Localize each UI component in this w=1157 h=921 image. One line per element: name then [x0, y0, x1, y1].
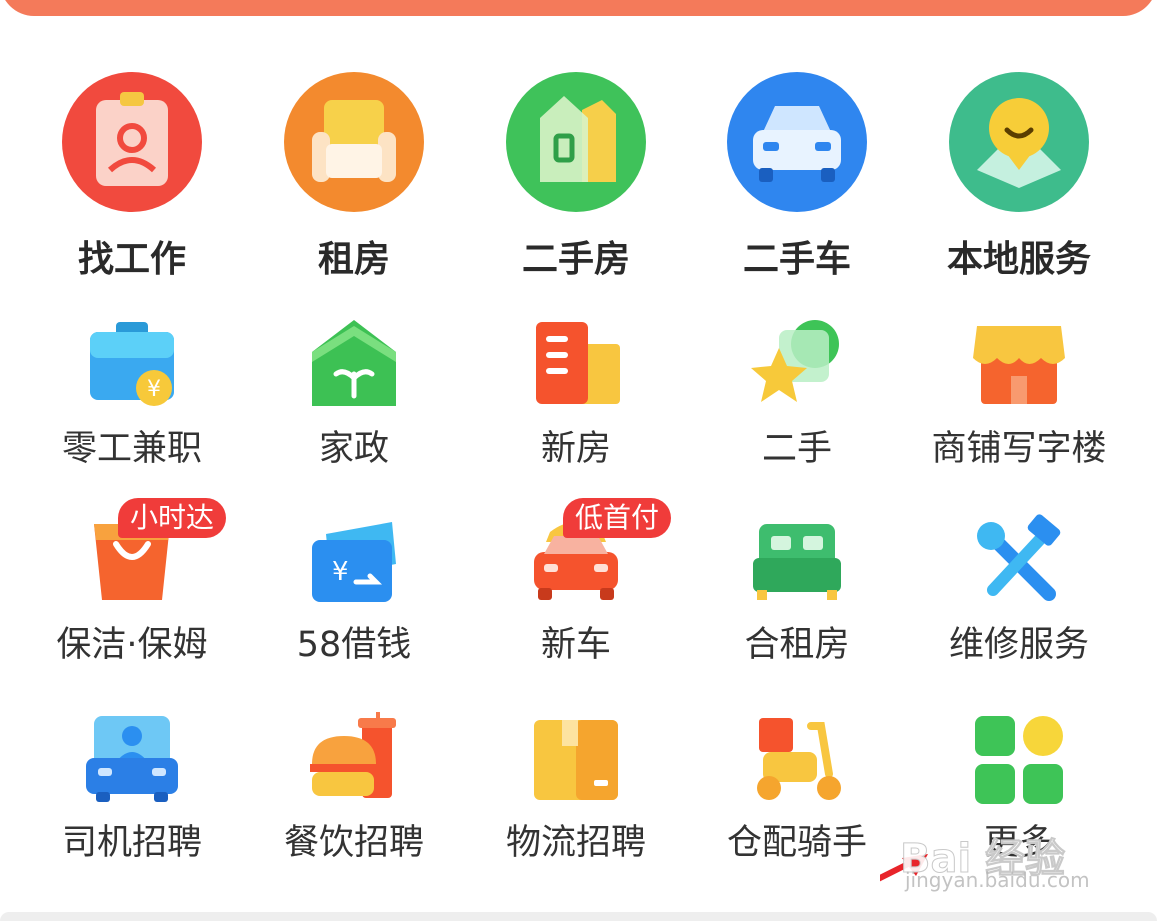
package-icon — [534, 720, 618, 800]
grid-item-catering-jobs[interactable]: 餐饮招聘 — [243, 712, 465, 863]
yuan-card-icon: ¥ — [312, 522, 396, 602]
grid-item-second-hand-car[interactable]: 二手车 — [686, 70, 908, 280]
house-sprout-icon — [312, 320, 396, 406]
burger-drink-icon — [310, 712, 396, 798]
grid-item-label: 找工作 — [77, 239, 186, 280]
grid-item-second-hand[interactable]: 二手 — [686, 318, 908, 469]
storefront-icon — [973, 326, 1065, 404]
grid-item-label: 新房 — [540, 429, 611, 469]
grid-item-second-hand-house[interactable]: 二手房 — [465, 70, 687, 280]
grid-item-label: 二手 — [761, 429, 832, 469]
grid-item-label: 家政 — [318, 429, 389, 469]
grid-item-logistics-jobs[interactable]: 物流招聘 — [465, 712, 687, 863]
grid-item-label: 二手车 — [742, 239, 851, 280]
svg-text:¥: ¥ — [147, 377, 161, 402]
grid-item-label: 合租房 — [744, 625, 850, 665]
grid-item-shared-rent[interactable]: 合租房 — [686, 514, 908, 665]
grid-item-new-house[interactable]: 新房 — [465, 318, 687, 469]
armchair-icon — [284, 72, 424, 212]
car-icon — [727, 72, 867, 212]
grid-item-label: 零工兼职 — [61, 429, 202, 469]
briefcase-yuan-icon: ¥ — [90, 322, 174, 406]
bed-icon — [753, 524, 841, 600]
bus-driver-icon — [86, 716, 178, 802]
grid-item-label: 租房 — [317, 239, 390, 280]
baidu-watermark-url: jingyan.baidu.com — [905, 868, 1090, 892]
grid-item-label: 保洁·保姆 — [56, 625, 208, 665]
grid-item-58-loan[interactable]: ¥ 58借钱 — [243, 514, 465, 665]
grid-item-local-services[interactable]: 本地服务 — [908, 70, 1130, 280]
hourly-badge: 小时达 — [118, 498, 227, 538]
grid-item-rent[interactable]: 租房 — [243, 70, 465, 280]
scooter-icon — [757, 718, 841, 800]
grid-item-housekeeping[interactable]: 家政 — [243, 318, 465, 469]
grid-item-label: 商铺写字楼 — [931, 429, 1107, 469]
service-grid: 找工作 租房 二手房 二手车 本地服务 ¥ 零工兼职 家政 新房 二手 商铺写字… — [0, 0, 1157, 921]
grid-item-shops-offices[interactable]: 商铺写字楼 — [908, 318, 1130, 469]
grid-item-cleaning-nanny[interactable]: 小时达 保洁·保姆 — [21, 498, 243, 665]
grid-item-label: 司机招聘 — [61, 823, 202, 863]
grid-item-find-job[interactable]: 找工作 — [21, 70, 243, 280]
star-bubble-icon — [751, 320, 839, 402]
job-badge-icon — [62, 72, 202, 212]
grid-item-driver-jobs[interactable]: 司机招聘 — [21, 712, 243, 863]
low-downpayment-badge: 低首付 — [563, 498, 672, 538]
grid-item-label: 物流招聘 — [505, 823, 646, 863]
grid-item-rider-jobs[interactable]: 仓配骑手 — [686, 712, 908, 863]
grid-item-label: 维修服务 — [948, 625, 1089, 665]
grid-item-label: 仓配骑手 — [726, 823, 867, 863]
grid-item-label: 二手房 — [521, 239, 630, 280]
bottom-panel-edge — [0, 912, 1157, 921]
grid-item-repair[interactable]: 维修服务 — [908, 514, 1130, 665]
building-icon — [536, 322, 620, 404]
grid-item-label: 本地服务 — [946, 239, 1091, 280]
grid-item-label: 餐饮招聘 — [283, 823, 424, 863]
grid-item-part-time[interactable]: ¥ 零工兼职 — [21, 318, 243, 469]
grid-more-icon — [975, 716, 1063, 804]
svg-text:¥: ¥ — [332, 557, 349, 587]
houses-icon — [506, 72, 646, 212]
map-pin-smile-icon — [949, 72, 1089, 212]
grid-item-label: 58借钱 — [296, 625, 412, 665]
grid-item-label: 新车 — [540, 625, 611, 665]
grid-item-new-car[interactable]: 低首付 新车 — [465, 498, 687, 665]
wrench-hammer-icon — [977, 514, 1061, 601]
